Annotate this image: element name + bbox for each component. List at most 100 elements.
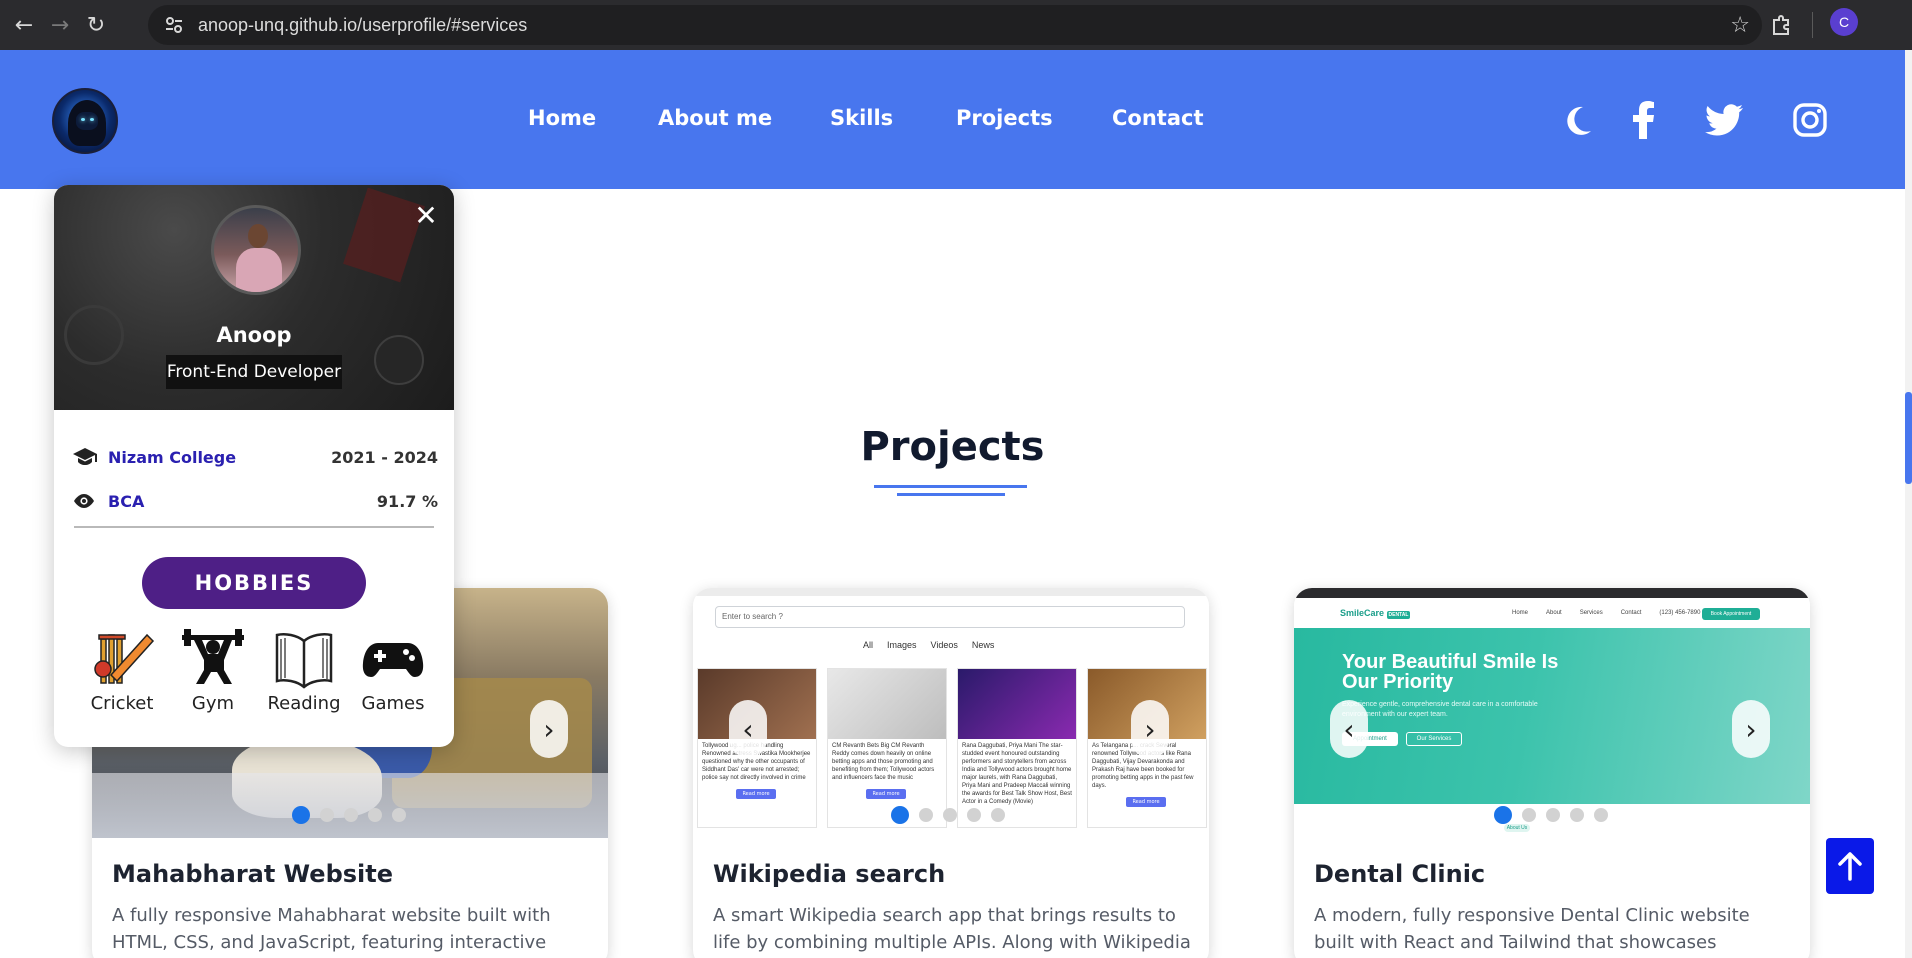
project-title: Mahabharat Website — [112, 860, 394, 888]
project-title: Dental Clinic — [1314, 860, 1486, 888]
toolbar-separator — [1812, 12, 1813, 38]
carousel-dot[interactable] — [1546, 808, 1560, 822]
carousel-next-button[interactable]: › — [530, 700, 568, 758]
screenshot-read-more: Read more — [866, 789, 906, 799]
carousel-dot[interactable] — [320, 808, 334, 822]
screenshot-link: Services — [1579, 610, 1603, 616]
carousel-dot[interactable] — [891, 806, 909, 824]
carousel-dot[interactable] — [1494, 806, 1512, 824]
instagram-icon[interactable] — [1790, 100, 1830, 140]
college-name: Nizam College — [108, 447, 237, 467]
project-carousel[interactable]: SmileCare DENTAL Home About Services Con… — [1294, 588, 1810, 838]
project-description: A fully responsive Mahabharat website bu… — [112, 905, 551, 953]
screenshot-brand-badge: DENTAL — [1386, 611, 1411, 619]
screenshot-read-more: Read more — [736, 789, 776, 799]
education-row-college: Nizam College 2021 - 2024 — [72, 442, 438, 472]
site-header — [0, 50, 1905, 189]
forward-icon[interactable]: → — [42, 7, 78, 43]
hobby-label: Reading — [267, 693, 341, 714]
twitter-icon[interactable] — [1704, 100, 1744, 140]
project-carousel[interactable]: Enter to search ? All Images Videos News… — [693, 588, 1209, 838]
carousel-next-button[interactable]: › — [1131, 700, 1169, 758]
screenshot-nav-links: Home About Services Contact (123) 456-78… — [1512, 610, 1700, 616]
carousel-dot[interactable] — [919, 808, 933, 822]
site-logo[interactable] — [52, 88, 118, 154]
nav-contact[interactable]: Contact — [1112, 106, 1204, 130]
facebook-icon[interactable] — [1626, 100, 1660, 140]
carousel-dot[interactable] — [344, 808, 358, 822]
hobby-cricket: Cricket — [77, 625, 167, 714]
nav-skills[interactable]: Skills — [830, 106, 893, 130]
nav-projects[interactable]: Projects — [956, 106, 1053, 130]
carousel-dot[interactable] — [392, 808, 406, 822]
page-scrollbar-thumb[interactable] — [1905, 392, 1912, 484]
profile-role: Front-End Developer — [166, 355, 342, 389]
reload-icon[interactable]: ↻ — [78, 7, 114, 43]
carousel-next-button[interactable]: › — [1732, 700, 1770, 758]
screenshot-news-text: CM Revanth Bets Big CM Revanth Reddy com… — [832, 743, 935, 781]
screenshot-link: Contact — [1620, 610, 1642, 616]
screenshot-headline: Your Beautiful Smile Is Our Priority — [1342, 651, 1559, 693]
screenshot-brand: SmileCare DENTAL — [1340, 608, 1411, 619]
carousel-dot[interactable] — [943, 808, 957, 822]
screenshot-search-input: Enter to search ? — [715, 606, 1185, 628]
gym-icon — [168, 625, 258, 691]
hobby-gym: Gym — [168, 625, 258, 714]
carousel-dot[interactable] — [991, 808, 1005, 822]
screenshot-tag: About Us — [1504, 824, 1530, 832]
extensions-icon[interactable] — [1764, 8, 1798, 42]
close-icon[interactable]: ✕ — [408, 197, 444, 233]
project-description: A modern, fully responsive Dental Clinic… — [1314, 905, 1750, 953]
gamepad-icon — [348, 625, 438, 691]
cricket-icon — [77, 625, 167, 691]
project-card-wikipedia[interactable]: Enter to search ? All Images Videos News… — [693, 588, 1209, 958]
carousel-dot[interactable] — [292, 806, 310, 824]
carousel-dot[interactable] — [967, 808, 981, 822]
hobby-reading: Reading — [259, 625, 349, 714]
screenshot-link: About — [1546, 610, 1562, 616]
hobby-games: Games — [348, 625, 438, 714]
site-settings-icon[interactable] — [154, 5, 194, 45]
carousel-dots — [292, 806, 406, 824]
graduation-cap-icon — [72, 447, 108, 467]
avatar — [211, 205, 301, 295]
carousel-dot[interactable] — [1522, 808, 1536, 822]
profile-name: Anoop — [216, 323, 292, 347]
carousel-prev-button[interactable]: ‹ — [729, 700, 767, 758]
project-title: Wikipedia search — [713, 860, 946, 888]
carousel-dot[interactable] — [1594, 808, 1608, 822]
screenshot-tab: Images — [887, 640, 917, 650]
hobby-label: Gym — [191, 693, 235, 714]
bookmark-star-icon[interactable]: ☆ — [1730, 13, 1750, 38]
screenshot-link: (123) 456-7890 — [1659, 610, 1701, 616]
screenshot-tab: News — [971, 640, 995, 650]
profile-popup: ✕ Anoop Front-End Developer Nizam Colleg… — [54, 185, 454, 747]
page-scrollbar-track[interactable] — [1905, 50, 1912, 958]
hobbies-button[interactable]: HOBBIES — [142, 557, 366, 609]
screenshot-news-card: CM Revanth Bets Big CM Revanth Reddy com… — [827, 668, 947, 828]
carousel-dots — [891, 806, 1005, 824]
carousel-dot[interactable] — [1570, 808, 1584, 822]
back-icon[interactable]: ← — [6, 7, 42, 43]
education-row-degree: BCA 91.7 % — [72, 486, 438, 516]
degree-name: BCA — [108, 491, 145, 511]
screenshot-book-button: Book Appointment — [1702, 608, 1760, 620]
profile-avatar[interactable]: C — [1830, 8, 1858, 36]
carousel-dots — [1494, 806, 1608, 824]
carousel-dot[interactable] — [368, 808, 382, 822]
screenshot-read-more: Read more — [1126, 797, 1166, 807]
screenshot-secondary-button: Our Services — [1406, 732, 1462, 746]
hobby-label: Cricket — [90, 693, 154, 714]
screenshot-news-card: Rana Daggubati, Priya Mani The star-stud… — [957, 668, 1077, 828]
address-bar[interactable]: anoop-unq.github.io/userprofile/#service… — [148, 5, 1762, 45]
back-to-top-button[interactable] — [1826, 838, 1874, 894]
nav-about-me[interactable]: About me — [658, 106, 772, 130]
title-underline-short — [897, 493, 1005, 496]
moon-icon[interactable] — [1558, 100, 1598, 140]
nav-home[interactable]: Home — [528, 106, 596, 130]
screenshot-tab: All — [863, 640, 874, 650]
carousel-prev-button[interactable]: ‹ — [1330, 700, 1368, 758]
url-text: anoop-unq.github.io/userprofile/#service… — [198, 14, 528, 35]
project-card-dental[interactable]: SmileCare DENTAL Home About Services Con… — [1294, 588, 1810, 958]
hobby-label: Games — [361, 693, 425, 714]
